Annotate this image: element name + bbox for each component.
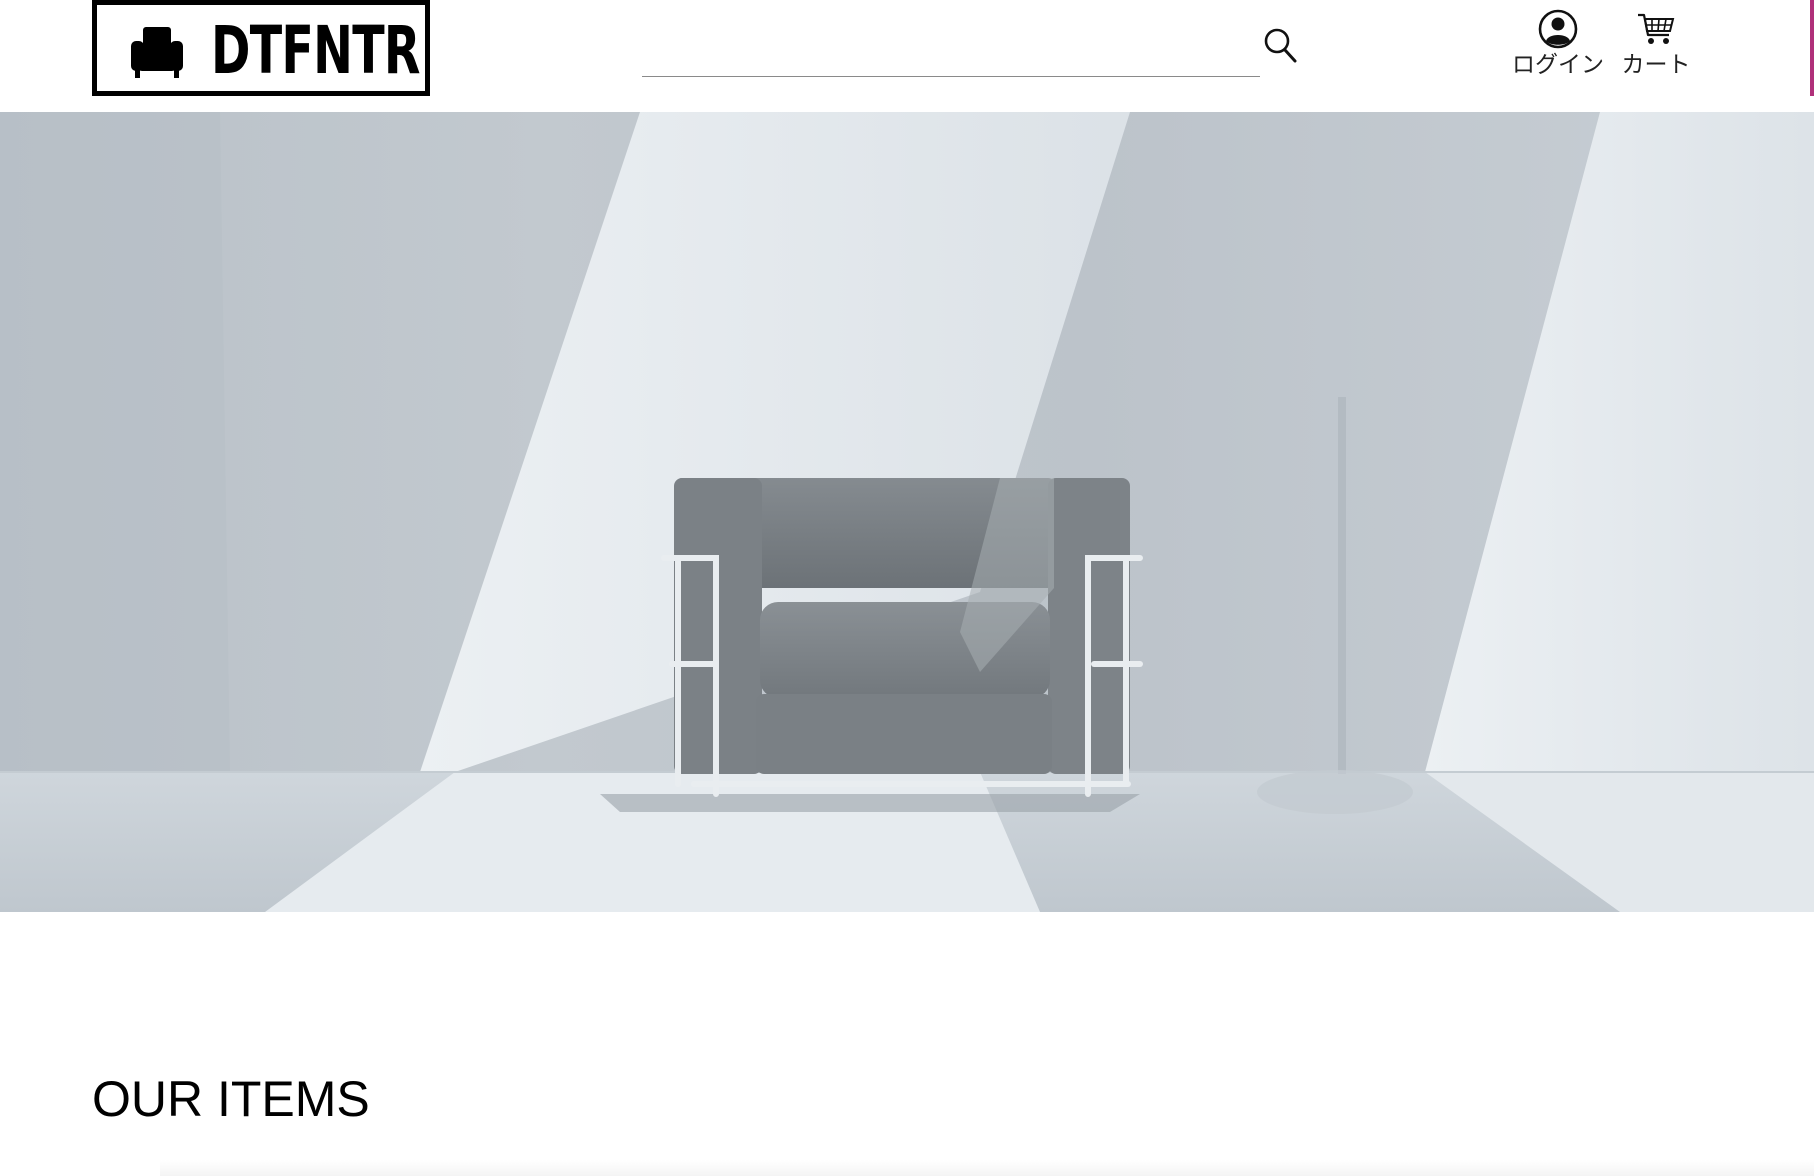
site-header: DTFNTR ログイン カート [0,0,1814,112]
page: DTFNTR ログイン カート OUR ITEMS [0,0,1814,1176]
armchair-icon [131,27,183,78]
window-edge-accent [1810,0,1814,96]
search-input[interactable] [642,20,1260,74]
cart-link[interactable]: カート [1618,8,1694,86]
search-button[interactable] [1262,26,1300,66]
search-bar [642,20,1260,77]
hero-image [0,112,1814,912]
login-link[interactable]: ログイン [1510,8,1606,86]
logo-text: DTFNTR [211,12,420,89]
shopping-cart-icon [1638,13,1675,44]
search-icon [1264,28,1297,63]
items-grid-top-edge [160,1160,1814,1176]
hero-banner [0,112,1814,912]
user-circle-icon [1538,9,1578,49]
section-title-our-items: OUR ITEMS [92,1071,370,1127]
cart-label: カート [1621,52,1691,78]
login-label: ログイン [1512,52,1604,78]
logo-link[interactable]: DTFNTR [92,0,430,96]
